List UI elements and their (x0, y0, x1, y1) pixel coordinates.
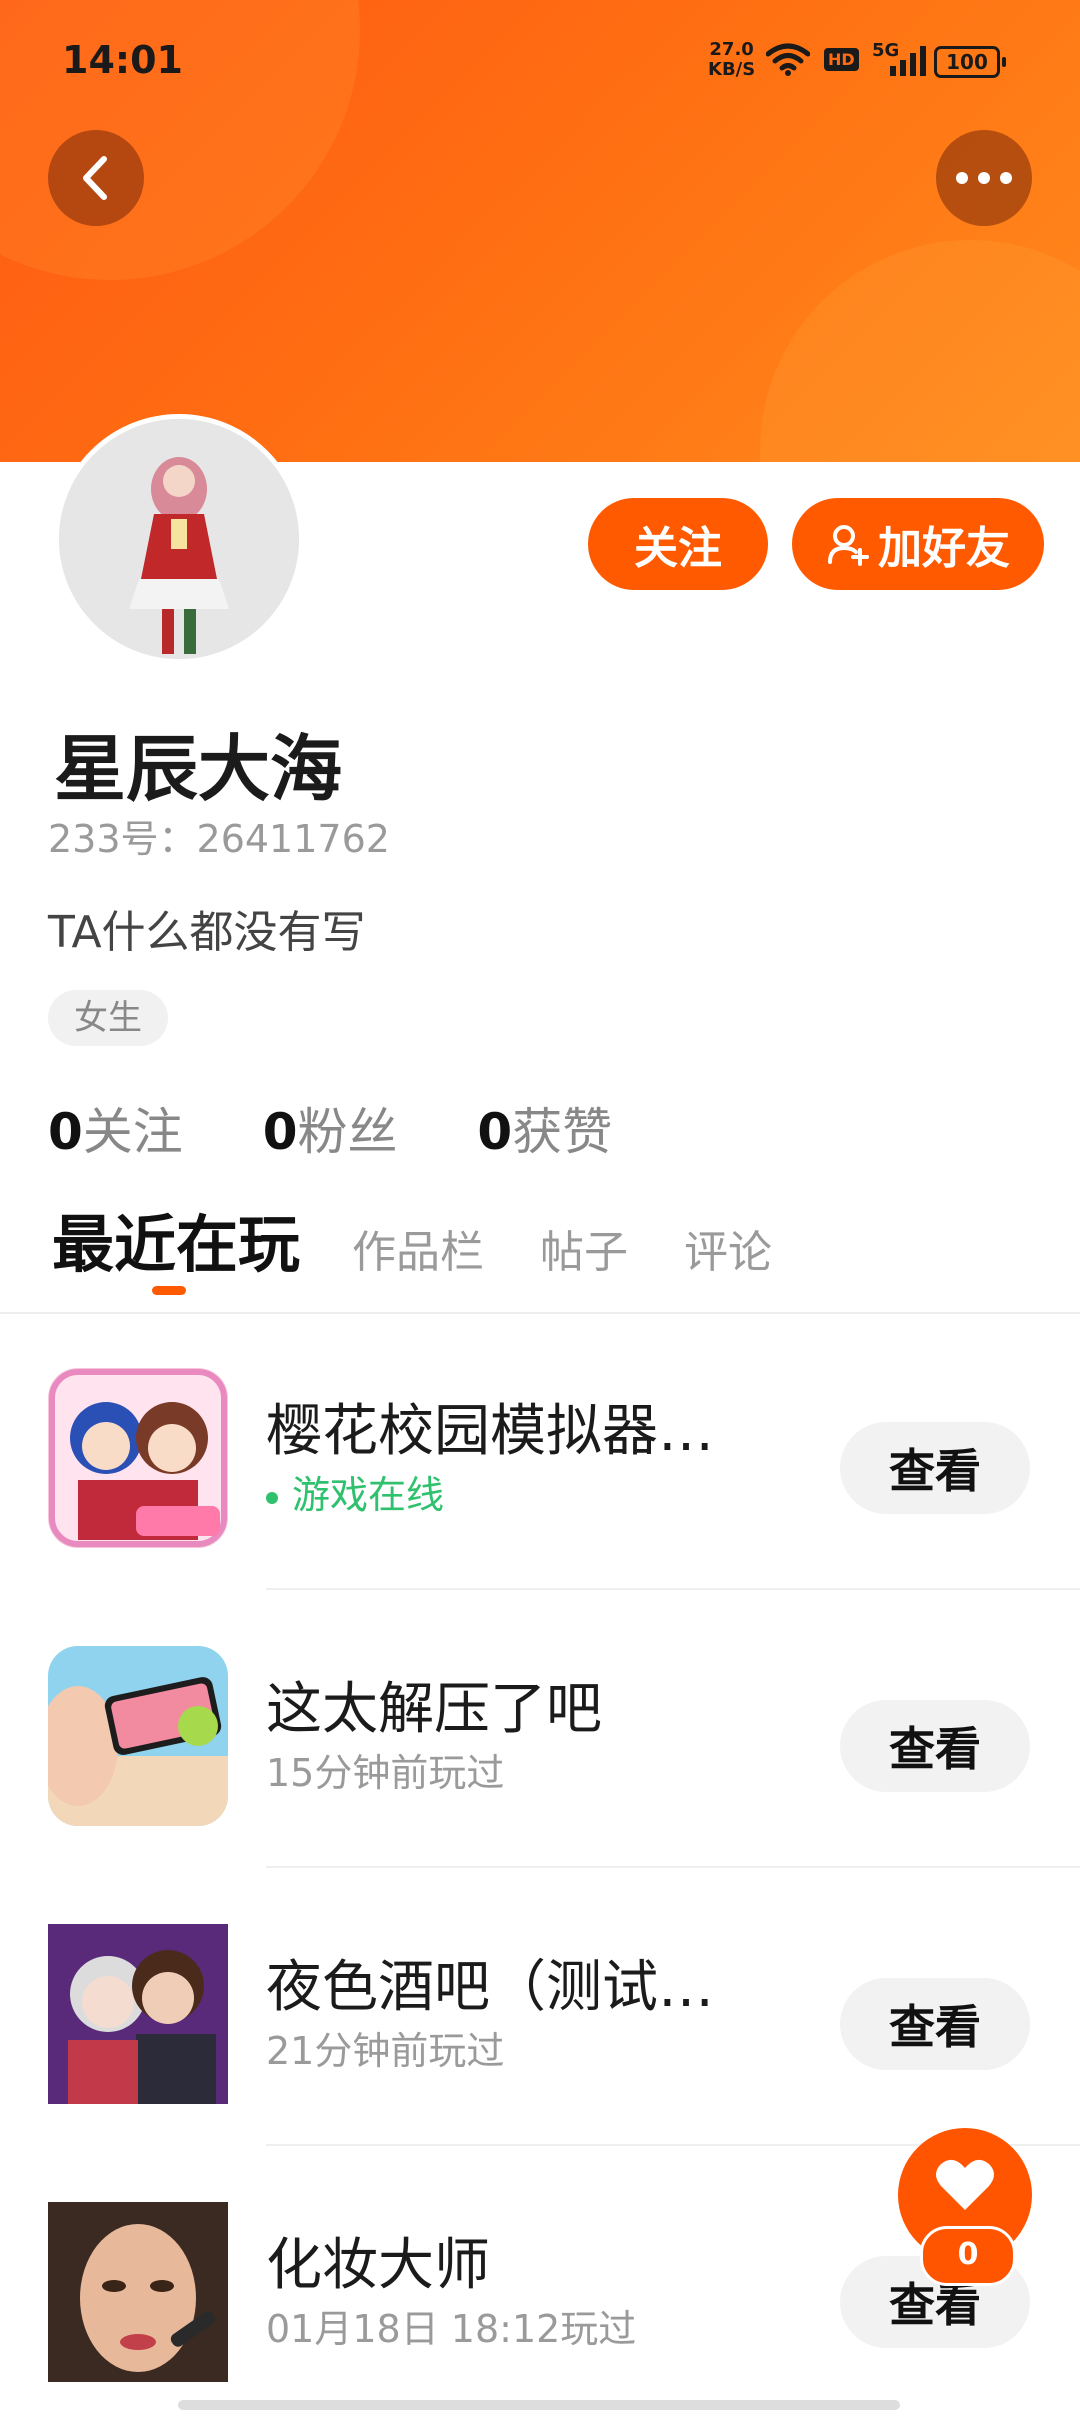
like-count-badge: 0 (920, 2226, 1016, 2286)
view-button[interactable]: 查看 (840, 1978, 1030, 2070)
game-thumbnail (48, 1924, 228, 2104)
profile-stats: 0关注 0粉丝 0获赞 (48, 1092, 676, 1164)
hd-badge: HD (824, 48, 859, 71)
profile-id: 233号：26411762 (48, 817, 390, 861)
follow-button-label: 关注 (634, 523, 722, 574)
game-thumbnail (48, 2202, 228, 2382)
profile-bio: TA什么都没有写 (48, 907, 366, 958)
more-options-button[interactable] (936, 130, 1032, 226)
game-title: 夜色酒吧（测试版） (266, 1955, 766, 2020)
stat-count: 0 (48, 1103, 83, 1161)
active-tab-indicator (152, 1286, 186, 1295)
tab-comments[interactable]: 评论 (684, 1216, 772, 1280)
network-speed: 27.0 KB/S (708, 40, 755, 80)
banner-decoration (760, 240, 1080, 462)
add-friend-icon (828, 525, 869, 566)
stat-label: 粉丝 (297, 1103, 398, 1161)
tab-works[interactable]: 作品栏 (352, 1216, 484, 1280)
scrollbar[interactable] (178, 2400, 900, 2410)
game-thumbnail (48, 1368, 228, 1548)
status-time: 14:01 (62, 38, 183, 82)
view-button[interactable]: 查看 (840, 1422, 1030, 1514)
chevron-left-icon (83, 156, 107, 200)
game-icon (48, 1924, 228, 2104)
game-last-played: 01月18日 18:12玩过 (266, 2307, 637, 2351)
game-title: 化妆大师 (266, 2233, 490, 2298)
game-icon (48, 1368, 228, 1548)
game-thumbnail (48, 1646, 228, 1826)
game-last-played: 15分钟前玩过 (266, 1751, 505, 1795)
list-item[interactable]: 樱花校园模拟器测试版 游戏在线 查看 (0, 1312, 1080, 1590)
more-dots-icon (956, 172, 1012, 184)
stat-label: 关注 (82, 1103, 183, 1161)
game-title: 这太解压了吧 (266, 1677, 602, 1742)
signal-icon (890, 46, 926, 76)
list-item[interactable]: 夜色酒吧（测试版） 21分钟前玩过 查看 (0, 1868, 1080, 2146)
stat-likes[interactable]: 0获赞 (477, 1092, 612, 1164)
status-bar: 14:01 27.0 KB/S HD 5G 100 (0, 0, 1080, 120)
profile-header-banner: 14:01 27.0 KB/S HD 5G 100 (0, 0, 1080, 462)
stat-followers[interactable]: 0粉丝 (263, 1092, 398, 1164)
game-last-played: 21分钟前玩过 (266, 2029, 505, 2073)
avatar[interactable] (54, 414, 304, 664)
list-item[interactable]: 这太解压了吧 15分钟前玩过 查看 (0, 1590, 1080, 1868)
stat-label: 获赞 (512, 1103, 613, 1161)
wifi-icon (766, 43, 810, 76)
game-icon (48, 2202, 228, 2382)
add-friend-button[interactable]: 加好友 (792, 498, 1044, 590)
game-icon (48, 1646, 228, 1826)
game-title: 樱花校园模拟器测试版 (266, 1399, 766, 1464)
game-online-status: 游戏在线 (266, 1464, 444, 1519)
follow-button[interactable]: 关注 (588, 498, 768, 590)
back-button[interactable] (48, 130, 144, 226)
stat-following[interactable]: 0关注 (48, 1092, 183, 1164)
view-button[interactable]: 查看 (840, 1700, 1030, 1792)
stat-count: 0 (477, 1103, 513, 1161)
battery-indicator: 100 (934, 46, 1006, 78)
network-speed-value: 27.0 (709, 39, 754, 60)
heart-icon (936, 2159, 994, 2210)
add-friend-button-label: 加好友 (878, 523, 1010, 574)
profile-tabs: 最近在玩 作品栏 帖子 评论 (0, 1194, 1080, 1314)
tab-recently-played[interactable]: 最近在玩 (52, 1194, 300, 1284)
gender-tag: 女生 (48, 990, 168, 1046)
tab-posts[interactable]: 帖子 (540, 1216, 628, 1280)
network-speed-unit: KB/S (708, 59, 756, 80)
profile-username: 星辰大海 (54, 727, 343, 811)
avatar-character-image (59, 419, 299, 659)
stat-count: 0 (262, 1103, 298, 1161)
